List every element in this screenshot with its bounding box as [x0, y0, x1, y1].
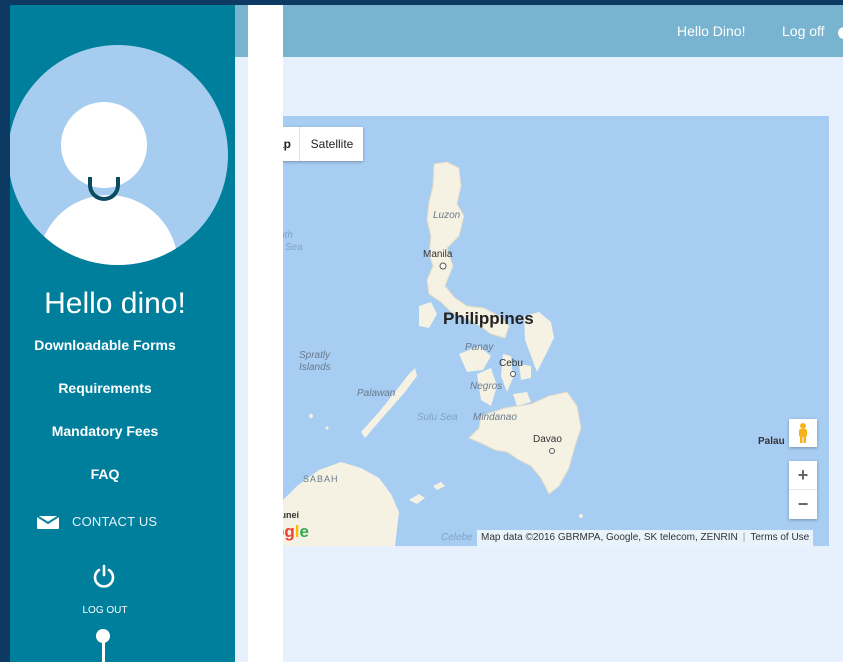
- map-attribution: Map data ©2016 GBRMPA, Google, SK teleco…: [477, 530, 814, 546]
- sidebar: Hello dino! Downloadable Forms Requireme…: [10, 5, 235, 662]
- map-label-mindanao: Mindanao: [473, 412, 517, 423]
- slider-track: [102, 641, 105, 662]
- pegman-icon[interactable]: [789, 419, 817, 447]
- nav-downloadable-forms[interactable]: Downloadable Forms: [10, 337, 200, 353]
- zoom-control: + −: [789, 461, 817, 519]
- contact-us-link[interactable]: CONTACT US: [37, 513, 207, 533]
- map-label-islands: Islands: [299, 362, 331, 373]
- map-label-manila: Manila: [423, 249, 453, 260]
- power-icon[interactable]: [91, 563, 117, 589]
- top-bar: Hello Dino! Log off: [235, 5, 843, 57]
- avatar-head: [61, 102, 147, 188]
- map-data-credit: Map data ©2016 GBRMPA, Google, SK teleco…: [481, 532, 738, 543]
- user-greeting: Hello dino!: [44, 287, 186, 320]
- map-label-palau: Palau: [758, 436, 785, 447]
- map-label-cebu: Cebu: [499, 358, 523, 369]
- zoom-in-button[interactable]: +: [789, 461, 817, 490]
- map[interactable]: Luzon Manila Philippines Panay Cebu Negr…: [269, 116, 829, 546]
- map-label-celebes: Celebe: [441, 532, 473, 543]
- terms-of-use-link[interactable]: Terms of Use: [750, 532, 809, 543]
- avatar-body: [38, 195, 178, 265]
- map-label-spratly: Spratly: [299, 350, 331, 361]
- map-land: [269, 161, 793, 546]
- map-label-sea: Sea: [285, 242, 303, 253]
- nav-requirements[interactable]: Requirements: [10, 380, 200, 396]
- map-label-palawan: Palawan: [357, 388, 396, 399]
- nav-mandatory-fees[interactable]: Mandatory Fees: [10, 423, 200, 439]
- logoff-link[interactable]: Log off: [782, 23, 825, 39]
- map-type-control: ap Satellite: [269, 127, 363, 161]
- contact-us-label: CONTACT US: [72, 514, 158, 529]
- zoom-out-button[interactable]: −: [789, 490, 817, 518]
- map-label-sulu-sea: Sulu Sea: [417, 412, 458, 423]
- content-gutter: [235, 57, 248, 662]
- topbar-greeting: Hello Dino!: [677, 23, 746, 39]
- map-overlay-strip: [248, 5, 283, 662]
- map-label-sabah: SABAH: [303, 474, 339, 484]
- status-dot: [838, 27, 843, 39]
- map-label-davao: Davao: [533, 434, 562, 445]
- map-label-negros: Negros: [470, 381, 503, 392]
- map-label-panay: Panay: [465, 342, 494, 353]
- avatar: [10, 45, 228, 265]
- map-label-luzon: Luzon: [433, 210, 461, 221]
- nav-faq[interactable]: FAQ: [10, 466, 200, 482]
- map-type-satellite-button[interactable]: Satellite: [299, 127, 364, 161]
- logout-label[interactable]: LOG OUT: [10, 605, 200, 616]
- mail-icon: [37, 516, 59, 529]
- map-label-philippines: Philippines: [443, 309, 534, 328]
